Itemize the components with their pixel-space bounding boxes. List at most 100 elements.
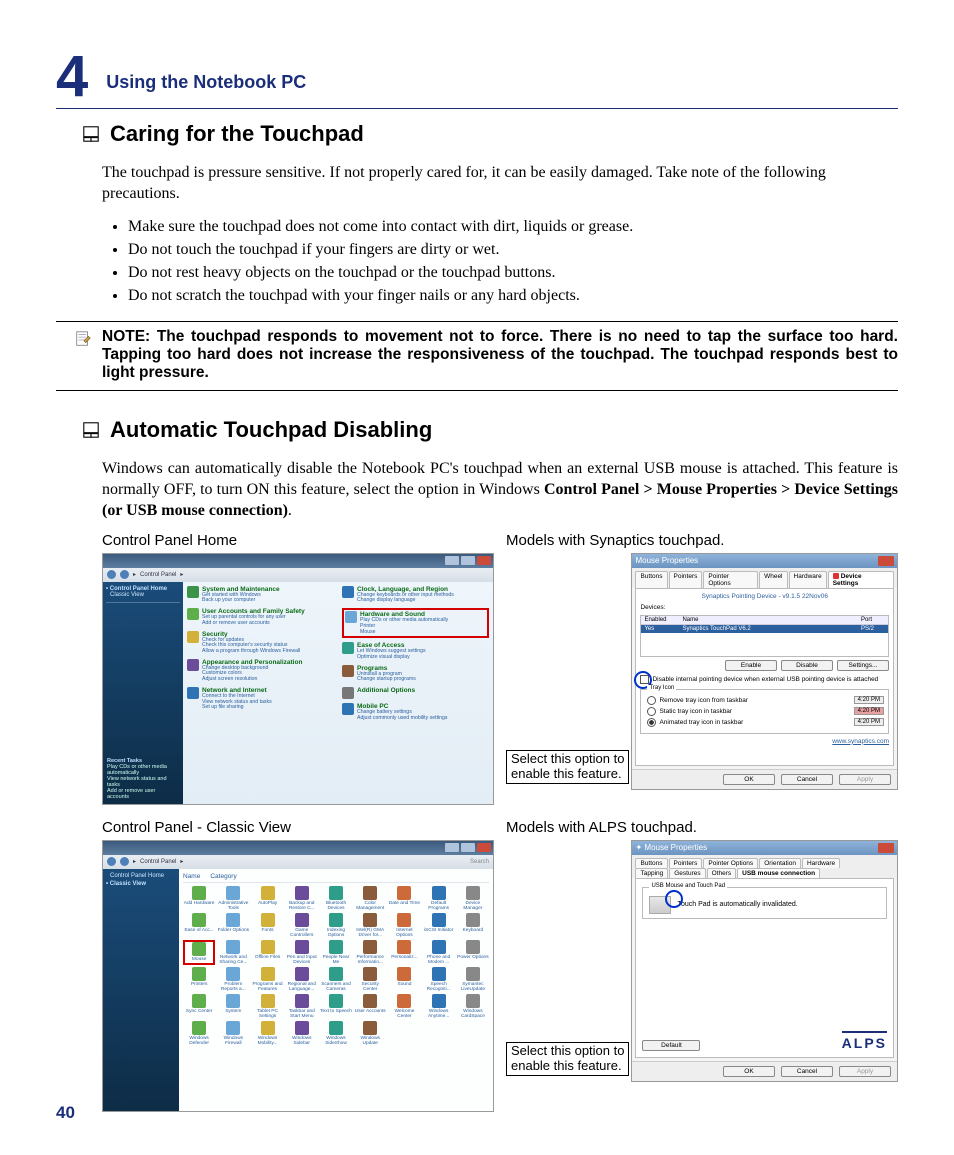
cp-icon-bluetooth-devices[interactable]: Bluetooth Devices <box>320 886 352 911</box>
maximize-button[interactable] <box>461 556 475 565</box>
cp-icon-autoplay[interactable]: AutoPlay <box>251 886 283 911</box>
tray-radio-option[interactable]: Animated tray icon in taskbar 4:20 PM <box>647 718 884 727</box>
category-item[interactable]: Security Check for updatesCheck this com… <box>187 631 334 655</box>
recent-task[interactable]: Add or remove user accounts <box>107 788 173 800</box>
cp-icon-folder-options[interactable]: Folder Options <box>217 913 249 938</box>
cp-icon-default-programs[interactable]: Default Programs <box>423 886 455 911</box>
cp-icon-windows-anytime-[interactable]: Windows Anytime... <box>423 994 455 1019</box>
settings-button[interactable]: Settings... <box>837 660 889 671</box>
sidebar-home[interactable]: Control Panel Home <box>110 873 176 879</box>
cp-icon-security-center[interactable]: Security Center <box>354 967 386 992</box>
tab-buttons[interactable]: Buttons <box>635 858 667 868</box>
cp-icon-color-management[interactable]: Color Management <box>354 886 386 911</box>
tab-hardware[interactable]: Hardware <box>789 571 827 588</box>
tray-radio-option[interactable]: Remove tray icon from taskbar 4:20 PM <box>647 696 884 705</box>
cp-icon-system[interactable]: System <box>217 994 249 1019</box>
apply-button[interactable]: Apply <box>839 774 891 785</box>
cp-icon-keyboard[interactable]: Keyboard <box>457 913 489 938</box>
tab-tapping[interactable]: Tapping <box>635 868 668 878</box>
tab-pointer-options[interactable]: Pointer Options <box>703 858 758 868</box>
cp-icon-programs-and-features[interactable]: Programs and Features <box>251 967 283 992</box>
cp-icon-iscsi-initiator[interactable]: iSCSI Initiator <box>423 913 455 938</box>
cancel-button[interactable]: Cancel <box>781 1066 833 1077</box>
disable-button[interactable]: Disable <box>781 660 833 671</box>
tab-gestures[interactable]: Gestures <box>669 868 705 878</box>
tab-buttons[interactable]: Buttons <box>635 571 667 588</box>
cp-icon-personaliz-[interactable]: Personaliz... <box>388 940 420 965</box>
cp-icon-sound[interactable]: Sound <box>388 967 420 992</box>
ok-button[interactable]: OK <box>723 774 775 785</box>
tab-pointer-options[interactable]: Pointer Options <box>703 571 758 588</box>
minimize-button[interactable] <box>445 843 459 852</box>
category-item[interactable]: System and Maintenance Get started with … <box>187 586 334 604</box>
cp-icon-pen-and-input-devices[interactable]: Pen and Input Devices <box>286 940 318 965</box>
cp-icon-speech-recogniti-[interactable]: Speech Recogniti... <box>423 967 455 992</box>
cp-icon-network-and-sharing-ce-[interactable]: Network and Sharing Ce... <box>217 940 249 965</box>
category-item[interactable]: Network and Internet Connect to the Inte… <box>187 687 334 711</box>
category-item[interactable]: Hardware and Sound Play CDs or other med… <box>342 608 489 638</box>
cp-icon-user-accounts[interactable]: User Accounts <box>354 994 386 1019</box>
cp-icon-symantec-liveupdate[interactable]: Symantec LiveUpdate <box>457 967 489 992</box>
tab-others[interactable]: Others <box>707 868 737 878</box>
cp-icon-problem-reports-a-[interactable]: Problem Reports a... <box>217 967 249 992</box>
cp-icon-offline-files[interactable]: Offline Files <box>251 940 283 965</box>
close-button[interactable] <box>477 556 491 565</box>
tab-pointers[interactable]: Pointers <box>669 571 703 588</box>
category-item[interactable]: Clock, Language, and Region Change keybo… <box>342 586 489 604</box>
cp-icon-windows-update[interactable]: Windows Update <box>354 1021 386 1046</box>
cp-icon-add-hardware[interactable]: Add Hardware <box>183 886 215 911</box>
cancel-button[interactable]: Cancel <box>781 774 833 785</box>
cp-icon-taskbar-and-start-menu[interactable]: Taskbar and Start Menu <box>286 994 318 1019</box>
cp-icon-power-options[interactable]: Power Options <box>457 940 489 965</box>
cp-icon-performance-informatio-[interactable]: Performance Informatio... <box>354 940 386 965</box>
tab-wheel[interactable]: Wheel <box>759 571 787 588</box>
sidebar-classic[interactable]: • Classic View <box>106 881 176 887</box>
cp-icon-internet-options[interactable]: Internet Options <box>388 913 420 938</box>
cp-icon-windows-defender[interactable]: Windows Defender <box>183 1021 215 1046</box>
cp-icon-windows-sidebar[interactable]: Windows Sidebar <box>286 1021 318 1046</box>
forward-icon[interactable] <box>120 570 129 579</box>
tab-device-settings[interactable]: Device Settings <box>828 571 894 588</box>
cp-icon-administrative-tools[interactable]: Administrative Tools <box>217 886 249 911</box>
cp-icon-date-and-time[interactable]: Date and Time <box>388 886 420 911</box>
device-row[interactable]: Yes Synaptics TouchPad V6.2 PS/2 <box>641 625 888 633</box>
cp-icon-printers[interactable]: Printers <box>183 967 215 992</box>
cp-icon-text-to-speech[interactable]: Text to Speech <box>320 994 352 1019</box>
cp-icon-fonts[interactable]: Fonts <box>251 913 283 938</box>
cp-icon-windows-mobility-[interactable]: Windows Mobility... <box>251 1021 283 1046</box>
cp-icon-people-near-me[interactable]: People Near Me <box>320 940 352 965</box>
category-item[interactable]: Additional Options <box>342 687 489 699</box>
maximize-button[interactable] <box>461 843 475 852</box>
recent-task[interactable]: Play CDs or other media automatically <box>107 764 173 776</box>
category-item[interactable]: Ease of Access Let Windows suggest setti… <box>342 642 489 660</box>
forward-icon[interactable] <box>120 857 129 866</box>
enable-button[interactable]: Enable <box>725 660 777 671</box>
sidebar-classic[interactable]: Classic View <box>110 592 180 598</box>
cp-icon-windows-sideshow[interactable]: Windows SideShow <box>320 1021 352 1046</box>
cp-icon-game-controllers[interactable]: Game Controllers <box>286 913 318 938</box>
close-button[interactable] <box>878 556 894 566</box>
close-button[interactable] <box>477 843 491 852</box>
minimize-button[interactable] <box>445 556 459 565</box>
cp-icon-intel-r-gma-driver-for-[interactable]: Intel(R) GMA Driver for... <box>354 913 386 938</box>
cp-icon-windows-firewall[interactable]: Windows Firewall <box>217 1021 249 1046</box>
apply-button[interactable]: Apply <box>839 1066 891 1077</box>
close-button[interactable] <box>878 843 894 853</box>
cp-icon-indexing-options[interactable]: Indexing Options <box>320 913 352 938</box>
tray-radio-option[interactable]: Static tray icon in taskbar 4:20 PM <box>647 707 884 716</box>
default-button[interactable]: Default <box>642 1040 700 1051</box>
tab-usb-mouse-connection[interactable]: USB mouse connection <box>737 868 820 878</box>
cp-icon-mouse[interactable]: Mouse <box>183 940 215 965</box>
cp-icon-welcome-center[interactable]: Welcome Center <box>388 994 420 1019</box>
ok-button[interactable]: OK <box>723 1066 775 1077</box>
address-bar[interactable]: ▸ Control Panel ▸ <box>103 568 493 582</box>
cp-icon-windows-cardspace[interactable]: Windows CardSpace <box>457 994 489 1019</box>
cp-icon-tablet-pc-settings[interactable]: Tablet PC Settings <box>251 994 283 1019</box>
cp-icon-device-manager[interactable]: Device Manager <box>457 886 489 911</box>
address-bar[interactable]: ▸ Control Panel ▸ Search <box>103 855 493 869</box>
cp-icon-regional-and-language-[interactable]: Regional and Language... <box>286 967 318 992</box>
tab-pointers[interactable]: Pointers <box>669 858 703 868</box>
synaptics-link[interactable]: www.synaptics.com <box>832 738 889 745</box>
cp-icon-ease-of-acc-[interactable]: Ease of Acc... <box>183 913 215 938</box>
cp-icon-phone-and-modem-[interactable]: Phone and Modem ... <box>423 940 455 965</box>
